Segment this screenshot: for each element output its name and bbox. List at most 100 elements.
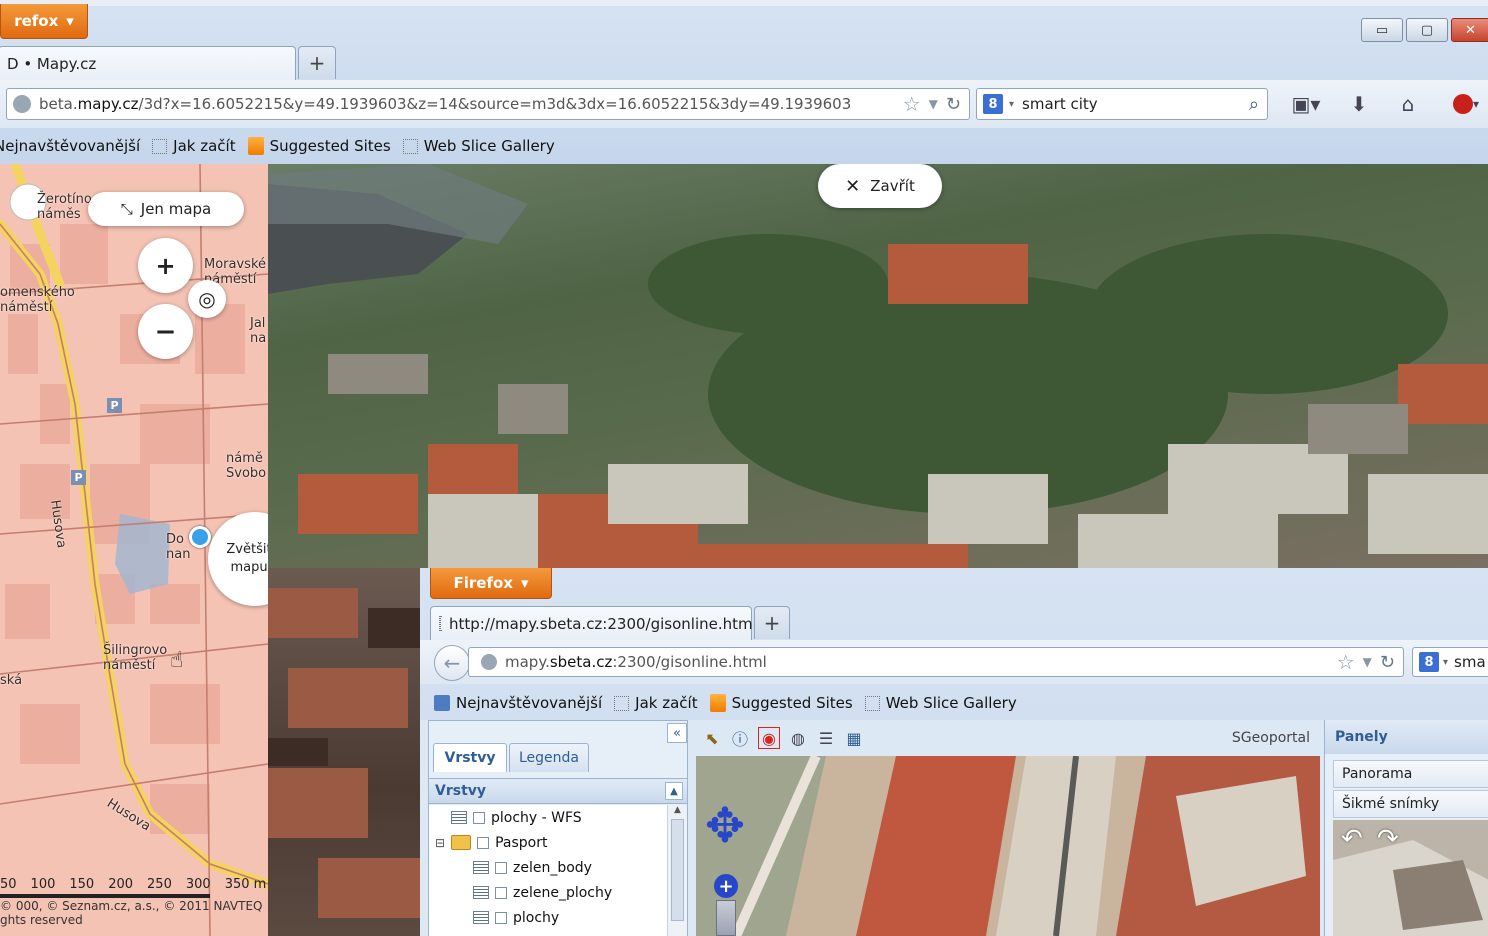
tab-gisonline[interactable]: http://mapy.sbeta.cz:2300/gisonline.html bbox=[430, 606, 757, 640]
info-icon[interactable]: ⓘ bbox=[730, 728, 750, 749]
search-bar[interactable]: 8 ▾ smart city ⌕ bbox=[976, 88, 1268, 120]
title-bar-strip bbox=[0, 0, 1488, 6]
bookmark-web-slice-gallery[interactable]: Web Slice Gallery bbox=[864, 694, 1017, 712]
pan-control-icon[interactable]: ✥ bbox=[702, 796, 748, 856]
bookmark-most-visited[interactable]: Nejnavštěvovanější bbox=[0, 137, 140, 155]
layer-checkbox[interactable] bbox=[477, 836, 490, 849]
firefox-menu-button[interactable]: refox ▾ bbox=[0, 4, 88, 39]
download-icon[interactable]: ⬇ bbox=[1344, 90, 1374, 118]
collapse-tree-icon[interactable]: ⊟ bbox=[435, 836, 445, 850]
firefox-menu-button[interactable]: Firefox ▾ bbox=[430, 568, 552, 599]
camera-icon[interactable]: ◉ bbox=[758, 727, 780, 749]
zoom-in-button[interactable]: + bbox=[714, 874, 738, 898]
zoom-out-button[interactable]: − bbox=[138, 304, 193, 359]
close-window-button[interactable]: ✕ bbox=[1451, 18, 1488, 42]
back-button[interactable]: ← bbox=[434, 645, 470, 681]
panel-item-panorama[interactable]: Panorama bbox=[1333, 760, 1488, 788]
layer-checkbox[interactable] bbox=[495, 886, 507, 899]
bookmark-label: Suggested Sites bbox=[269, 137, 391, 155]
bookmarks-bar: Nejnavštěvovanější Jak začít Suggested S… bbox=[434, 691, 1029, 715]
bookmark-suggested-sites[interactable]: Suggested Sites bbox=[247, 137, 391, 155]
map-copyright: © 000, © Seznam.cz, a.s., © 2011 NAVTEQ bbox=[0, 899, 263, 913]
layer-checkbox[interactable] bbox=[473, 811, 485, 824]
rotate-right-icon[interactable]: ↷ bbox=[1377, 824, 1399, 854]
new-tab-button[interactable]: + bbox=[298, 46, 336, 79]
dropdown-icon[interactable]: ▼ bbox=[929, 97, 938, 111]
orthophoto-map[interactable]: ✥ + bbox=[696, 756, 1320, 936]
layer-tree-scrollbar[interactable]: ▲ bbox=[667, 805, 687, 936]
only-map-button[interactable]: ⤡ Jen mapa bbox=[88, 192, 244, 226]
bookmark-getting-started[interactable]: Jak začít bbox=[614, 694, 698, 712]
search-bar[interactable]: 8 ▾ sma bbox=[1412, 647, 1488, 677]
bookmark-suggested-sites[interactable]: Suggested Sites bbox=[709, 694, 853, 712]
collapse-panel-button[interactable]: « bbox=[667, 723, 687, 743]
close-3d-button[interactable]: ✕ Zavřít bbox=[818, 164, 942, 208]
location-marker-icon[interactable] bbox=[189, 526, 211, 548]
bookmark-web-slice-gallery[interactable]: Web Slice Gallery bbox=[402, 137, 555, 155]
url-bar[interactable]: mapy. sbeta.cz:2300/gisonline.html ☆ ▼ ↻ bbox=[468, 647, 1404, 677]
bookmark-icon bbox=[434, 695, 450, 711]
plus-icon: + bbox=[308, 51, 326, 75]
bookmark-label: Suggested Sites bbox=[731, 694, 853, 712]
panels-sidebar: Panely Panorama Šikmé snímky ↶ ↷ bbox=[1324, 720, 1488, 936]
minimize-button[interactable]: ▭ bbox=[1361, 18, 1403, 42]
chevron-down-icon: ▾ bbox=[520, 574, 529, 592]
adblock-icon[interactable]: ▾ bbox=[1444, 92, 1488, 116]
globe-icon[interactable]: ◍ bbox=[788, 728, 808, 748]
bookmarks-icon[interactable]: ▣▾ bbox=[1284, 90, 1328, 118]
map-2d[interactable]: Žerotíno náměs Moravské náměstí omenského n… bbox=[0, 164, 268, 936]
collapse-section-icon[interactable]: ▲ bbox=[665, 782, 683, 800]
layers-panel: « Vrstvy Legenda Vrstvy ▲ plochy - WFS ⊟… bbox=[428, 720, 688, 936]
panel-item-oblique[interactable]: Šikmé snímky bbox=[1333, 790, 1488, 818]
search-icon[interactable]: ⌕ bbox=[1249, 94, 1259, 115]
rotate-left-icon[interactable]: ↶ bbox=[1341, 824, 1363, 854]
zoom-in-button[interactable]: + bbox=[138, 238, 193, 293]
restore-button[interactable]: ▢ bbox=[1406, 18, 1448, 42]
layer-name: zelen_body bbox=[513, 859, 592, 876]
layer-row[interactable]: plochy - WFS bbox=[429, 805, 667, 830]
layer-folder-row[interactable]: ⊟ Pasport bbox=[429, 830, 667, 855]
oblique-image[interactable]: ↶ ↷ bbox=[1333, 820, 1488, 936]
layers-tool-icon[interactable]: ▦ bbox=[844, 728, 864, 748]
select-tool-icon[interactable]: ⬉ bbox=[702, 728, 722, 748]
search-engine-icon[interactable]: 8 bbox=[983, 94, 1003, 114]
panel-item-label: Šikmé snímky bbox=[1342, 796, 1440, 812]
view-3d-lower[interactable] bbox=[268, 568, 430, 936]
page-icon bbox=[864, 695, 880, 711]
home-icon[interactable]: ⌂ bbox=[1392, 90, 1424, 118]
page-icon bbox=[402, 138, 418, 154]
search-input[interactable]: smart city bbox=[1022, 95, 1098, 113]
map-scale: 50 100 150 200 250 300 350 m © 000, © Seznam.c… bbox=[0, 877, 268, 936]
reload-icon[interactable]: ↻ bbox=[946, 94, 961, 115]
suggested-sites-icon bbox=[709, 694, 726, 712]
bookmark-getting-started[interactable]: Jak začít bbox=[152, 137, 236, 155]
search-input[interactable]: sma bbox=[1454, 653, 1486, 671]
layer-checkbox[interactable] bbox=[495, 861, 507, 874]
reload-icon[interactable]: ↻ bbox=[1380, 652, 1395, 673]
view-3d[interactable]: ✕ Zavřít bbox=[268, 164, 1488, 568]
tab-mapy[interactable]: D • Mapy.cz bbox=[0, 46, 296, 80]
tab-vrstvy[interactable]: Vrstvy bbox=[433, 743, 507, 772]
page-icon bbox=[13, 95, 31, 113]
url-path: :2300/gisonline.html bbox=[612, 653, 767, 671]
bookmark-most-visited[interactable]: Nejnavštěvovanější bbox=[434, 694, 602, 712]
measure-icon[interactable]: ☰ bbox=[816, 728, 836, 748]
close-icon: ✕ bbox=[1465, 22, 1476, 38]
search-engine-icon[interactable]: 8 bbox=[1419, 652, 1439, 672]
tab-legenda[interactable]: Legenda bbox=[509, 743, 589, 772]
layer-row[interactable]: zelene_plochy bbox=[429, 880, 667, 905]
star-icon[interactable]: ☆ bbox=[903, 92, 921, 116]
page-icon bbox=[614, 695, 630, 711]
star-icon[interactable]: ☆ bbox=[1337, 650, 1355, 674]
url-bar[interactable]: beta. mapy.cz/3d?x=16.6052215&y=49.193960… bbox=[6, 88, 970, 120]
dropdown-icon[interactable]: ▼ bbox=[1363, 655, 1372, 669]
map-label: omenského náměstí bbox=[0, 285, 75, 315]
layer-row[interactable]: plochy bbox=[429, 905, 667, 930]
gis-app: « Vrstvy Legenda Vrstvy ▲ plochy - WFS ⊟… bbox=[420, 720, 1488, 936]
layer-checkbox[interactable] bbox=[495, 911, 507, 924]
layer-row[interactable]: zelen_body bbox=[429, 855, 667, 880]
locate-me-button[interactable]: ◎ bbox=[188, 280, 226, 318]
folder-icon bbox=[451, 835, 472, 850]
zoom-slider[interactable] bbox=[716, 900, 736, 936]
new-tab-button[interactable]: + bbox=[754, 606, 790, 639]
